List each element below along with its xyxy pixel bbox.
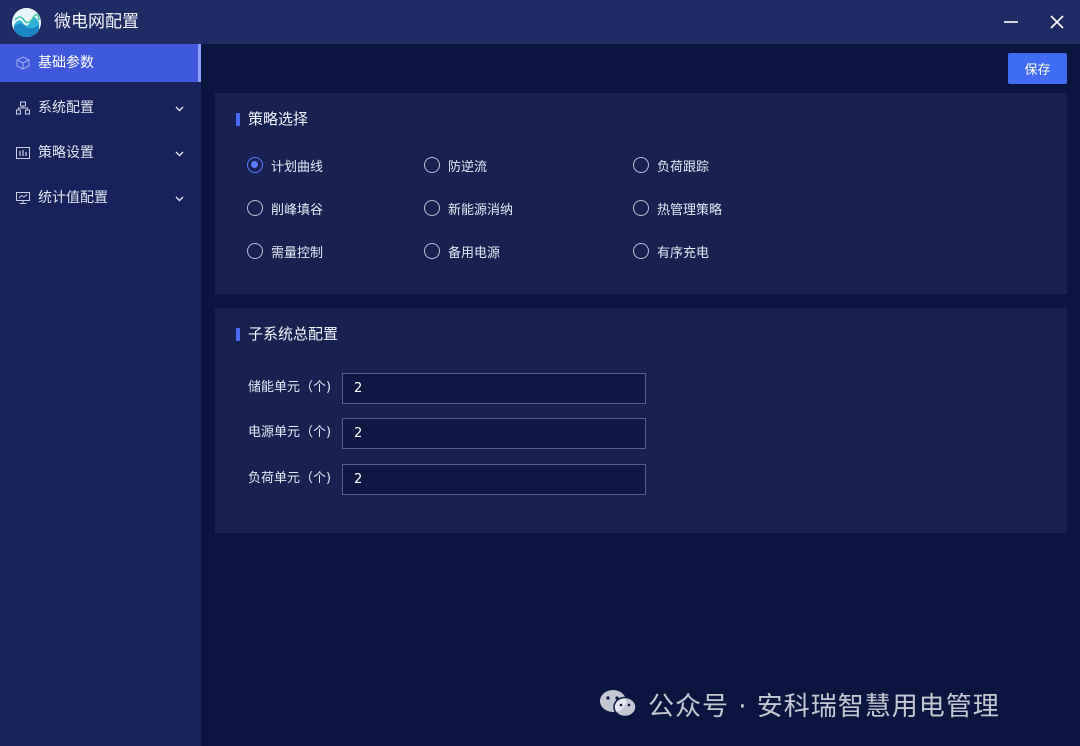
title-bar: 微电网配置 <box>0 0 1080 44</box>
radio-indicator <box>633 157 649 173</box>
save-button[interactable]: 保存 <box>1008 53 1067 84</box>
load-units-label: 负荷单元（个) <box>248 471 332 486</box>
load-units-input[interactable] <box>342 464 646 495</box>
radio-indicator <box>633 200 649 216</box>
chevron-down-icon <box>174 102 185 113</box>
chevron-down-icon <box>174 147 185 158</box>
power-units-label: 电源单元（个) <box>248 425 332 440</box>
radio-plan-curve[interactable]: 计划曲线 <box>247 155 323 175</box>
radio-label: 有序充电 <box>657 245 710 261</box>
radio-renewable-consumption[interactable]: 新能源消纳 <box>424 198 513 218</box>
watermark: 公众号 · 安科瑞智慧用电管理 <box>598 686 1000 722</box>
section-marker <box>236 328 240 341</box>
radio-label: 削峰填谷 <box>271 202 324 218</box>
radio-indicator <box>247 157 263 173</box>
storage-units-input[interactable] <box>342 373 646 404</box>
chart-icon <box>16 146 30 160</box>
radio-label: 需量控制 <box>271 245 324 261</box>
radio-label: 新能源消纳 <box>448 202 514 218</box>
sidebar-item-system-config[interactable]: 系统配置 <box>0 89 201 127</box>
radio-indicator <box>424 200 440 216</box>
radio-anti-backflow[interactable]: 防逆流 <box>424 155 487 175</box>
sidebar: 基础参数 系统配置 策略设置 统计值配置 <box>0 44 201 746</box>
radio-demand-control[interactable]: 需量控制 <box>247 241 323 261</box>
storage-units-label: 储能单元（个) <box>248 380 332 395</box>
monitor-icon <box>16 191 30 205</box>
section-title: 策略选择 <box>248 110 309 128</box>
sidebar-item-label: 策略设置 <box>38 145 94 161</box>
sidebar-item-label: 统计值配置 <box>38 190 108 206</box>
subsystem-card: 子系统总配置 储能单元（个) 电源单元（个) 负荷单元（个) <box>215 308 1067 533</box>
radio-label: 热管理策略 <box>657 202 723 218</box>
radio-backup-power[interactable]: 备用电源 <box>424 241 500 261</box>
section-title: 子系统总配置 <box>248 325 339 343</box>
radio-label: 防逆流 <box>448 159 488 175</box>
radio-thermal-management[interactable]: 热管理策略 <box>633 198 722 218</box>
cube-icon <box>16 56 30 70</box>
radio-indicator <box>247 243 263 259</box>
radio-ordered-charging[interactable]: 有序充电 <box>633 241 709 261</box>
wechat-icon <box>598 688 640 720</box>
watermark-text: 公众号 · 安科瑞智慧用电管理 <box>648 691 1000 722</box>
radio-label: 计划曲线 <box>271 159 324 175</box>
radio-peak-shaving[interactable]: 削峰填谷 <box>247 198 323 218</box>
chevron-down-icon <box>174 192 185 203</box>
window-title: 微电网配置 <box>54 12 139 32</box>
sidebar-item-strategy-settings[interactable]: 策略设置 <box>0 134 201 172</box>
sidebar-item-label: 基础参数 <box>38 55 94 71</box>
radio-indicator <box>424 243 440 259</box>
hierarchy-icon <box>16 101 30 115</box>
power-units-input[interactable] <box>342 418 646 449</box>
radio-load-tracking[interactable]: 负荷跟踪 <box>633 155 709 175</box>
radio-label: 负荷跟踪 <box>657 159 710 175</box>
radio-label: 备用电源 <box>448 245 501 261</box>
close-icon[interactable] <box>1045 10 1069 34</box>
sidebar-item-basic-params[interactable]: 基础参数 <box>0 44 201 82</box>
sidebar-item-label: 系统配置 <box>38 100 94 116</box>
sidebar-item-statistics-config[interactable]: 统计值配置 <box>0 179 201 217</box>
minimize-icon[interactable] <box>999 10 1023 34</box>
app-logo-icon <box>12 8 41 37</box>
strategy-card: 策略选择 计划曲线 防逆流 负荷跟踪 削峰填谷 新能源消纳 热管理策略 需量控制… <box>215 93 1067 294</box>
radio-indicator <box>633 243 649 259</box>
section-marker <box>236 113 240 126</box>
radio-indicator <box>247 200 263 216</box>
radio-indicator <box>424 157 440 173</box>
